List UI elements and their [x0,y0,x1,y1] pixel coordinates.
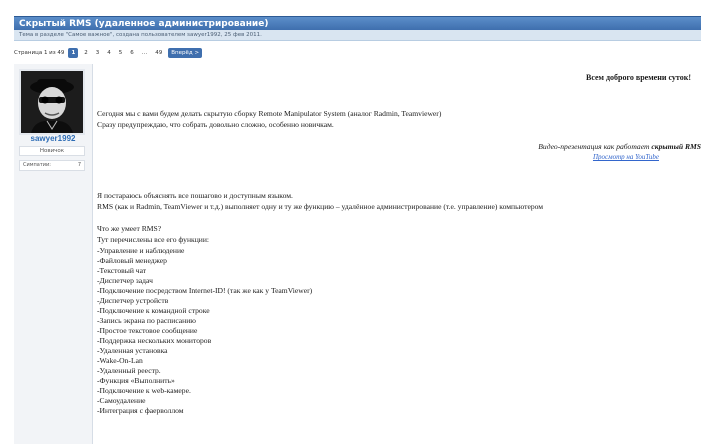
post-line: RMS (как и Radmin, TeamViewer и т.д.) вы… [97,202,544,211]
author-username[interactable]: sawyer1992 [14,134,92,143]
feature-item: -Подключение к web-камере. [97,386,191,395]
next-page-button[interactable]: Вперёд > [168,48,203,58]
post-line: Я постараюсь объяснять все пошагово и до… [97,191,293,200]
features-intro: Тут перечислены все его функции: [97,235,210,244]
feature-item: -Удаленный реестр. [97,366,161,375]
feature-item: -Удаленная установка [97,346,168,355]
youtube-link[interactable]: Просмотр на YouTube [593,153,659,161]
feature-item: -Подключение посредством Internet-ID! (т… [97,286,313,295]
page-link[interactable]: 3 [94,48,102,58]
feature-item: -Диспетчер устройств [97,296,169,305]
page-link[interactable]: 6 [128,48,136,58]
page-ellipsis: … [141,50,148,56]
feature-item: -Поддержка нескольких мониторов [97,336,212,345]
feature-item: -Интеграция с фаерволлом [97,406,184,415]
author-rank: Новичок [19,146,85,156]
page-link-last[interactable]: 49 [153,48,164,58]
feature-item: -Подключение к командной строке [97,306,210,315]
post-greeting: Всем доброго времени суток! [586,73,691,82]
feature-item: -Диспетчер задач [97,276,153,285]
pagination: Страница 1 из 49 1 2 3 4 5 6 … 49 Вперёд… [14,48,203,58]
thread-subtitle: Тема в разделе "Самое важное", создана п… [14,30,701,41]
author-likes: Симпатии: 7 [19,160,85,171]
feature-item: -Функция «Выполнить» [97,376,175,385]
post-body: Всем доброго времени суток! Сегодня мы с… [97,64,701,444]
avatar-portrait-icon[interactable] [19,69,85,135]
feature-item: -Самоудаление [97,396,146,405]
page-link[interactable]: 4 [105,48,113,58]
feature-item: -Запись экрана по расписанию [97,316,196,325]
page-link-current[interactable]: 1 [68,48,79,58]
page-link[interactable]: 5 [117,48,125,58]
video-bold: скрытый RMS [651,142,701,151]
post-line: Сразу предупреждаю, что собрать довольно… [97,120,334,129]
page-label: Страница 1 из 49 [14,50,65,56]
feature-item: -Управление и наблюдение [97,246,185,255]
feature-item: -Wake-On-Lan [97,356,143,365]
thread-title: Скрытый RMS (удаленное администрирование… [14,16,701,30]
author-sidebar: sawyer1992 Новичок Симпатии: 7 [14,64,93,444]
feature-item: -Файловый менеджер [97,256,167,265]
video-presentation-line: Видео-презентация как работает скрытый R… [538,142,701,151]
likes-label: Симпатии: [23,162,51,168]
features-heading: Что же умеет RMS? [97,224,162,233]
feature-item: -Простое текстовое сообщение [97,326,198,335]
likes-value: 7 [77,162,81,168]
page-link[interactable]: 2 [82,48,90,58]
video-prefix: Видео-презентация как работает [538,142,650,151]
feature-item: -Текстовый чат [97,266,147,275]
post-line: Сегодня мы с вами будем делать скрытую с… [97,109,442,118]
